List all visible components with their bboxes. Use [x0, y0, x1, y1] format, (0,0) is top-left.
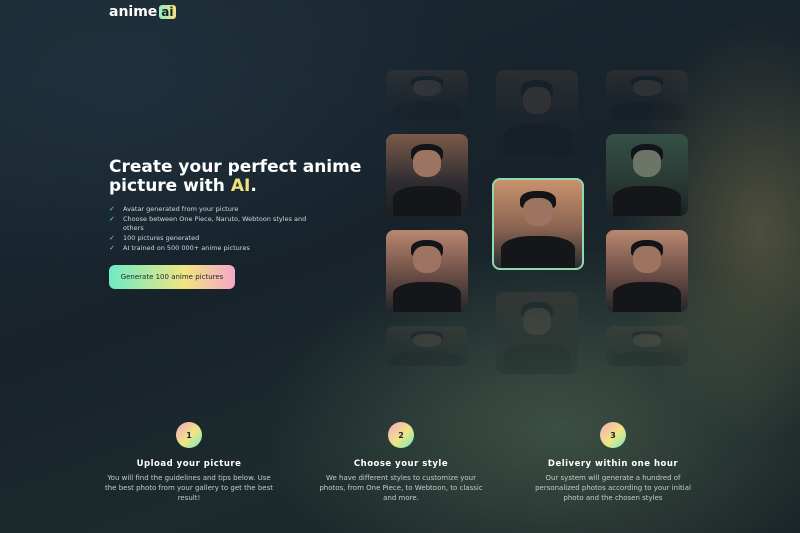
- gallery-image: [386, 70, 468, 120]
- feature-list: ✓ Avatar generated from your picture ✓ Cho…: [109, 205, 309, 254]
- gallery-image: [496, 70, 578, 155]
- step-title: Delivery within one hour: [547, 459, 679, 469]
- original-photo: [492, 178, 584, 270]
- gallery-image: [496, 292, 578, 374]
- feature-label: Choose between One Piece, Naruto, Webtoo…: [123, 215, 307, 232]
- step-title: Upload your picture: [136, 459, 242, 469]
- hero-title: Create your perfect anime picture with A…: [109, 158, 369, 196]
- gallery-image: [386, 134, 468, 216]
- step-number-badge: 1: [176, 422, 202, 448]
- gallery-image: [386, 230, 468, 312]
- step-title: Choose your style: [353, 459, 449, 469]
- feature-item: ✓ 100 pictures generated: [109, 234, 309, 243]
- step-description: You will find the guidelines and tips be…: [105, 474, 273, 502]
- gallery-image: [606, 70, 688, 120]
- step-description: Our system will generate a hundred of pe…: [535, 474, 691, 502]
- step-description: We have different styles to customize yo…: [319, 474, 483, 502]
- gallery-image: [606, 134, 688, 216]
- step-number-badge: 2: [388, 422, 414, 448]
- brand-badge: ai: [159, 5, 176, 19]
- check-icon: ✓: [109, 244, 115, 252]
- step-number-badge: 3: [600, 422, 626, 448]
- check-icon: ✓: [109, 234, 115, 242]
- feature-item: ✓ Choose between One Piece, Naruto, Webto…: [109, 215, 309, 233]
- check-icon: ✓: [109, 205, 115, 213]
- gallery-image: [606, 230, 688, 312]
- check-icon: ✓: [109, 215, 115, 223]
- generate-button[interactable]: Generate 100 anime pictures: [109, 265, 235, 289]
- feature-label: 100 pictures generated: [123, 234, 200, 242]
- feature-label: Avatar generated from your picture: [123, 205, 239, 213]
- feature-item: ✓ AI trained on 500 000+ anime pictures: [109, 244, 309, 253]
- hero-title-ai: AI: [230, 176, 251, 196]
- brand-name: anime: [109, 4, 158, 20]
- hero-title-end: .: [250, 176, 257, 196]
- gallery-image: [386, 326, 468, 366]
- gallery-image: [606, 326, 688, 366]
- brand-logo[interactable]: anime ai: [109, 4, 176, 20]
- feature-item: ✓ Avatar generated from your picture: [109, 205, 309, 214]
- feature-label: AI trained on 500 000+ anime pictures: [123, 244, 250, 252]
